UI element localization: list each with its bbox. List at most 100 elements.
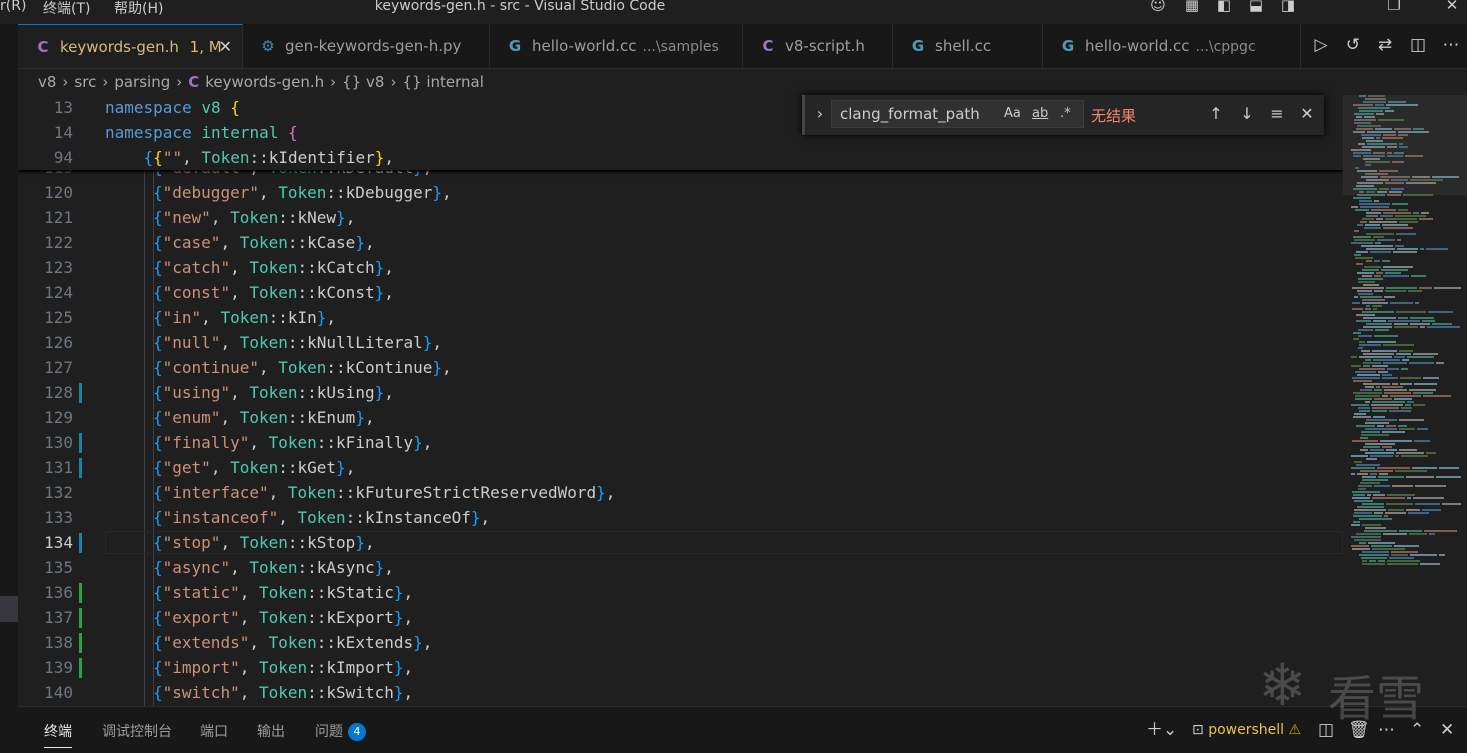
code-line[interactable]: 133 {"instanceof", Token::kInstanceOf}, (18, 505, 1343, 530)
code-line[interactable]: 130 {"finally", Token::kFinally}, (18, 430, 1343, 455)
line-number: 131 (44, 458, 73, 477)
minimap-line (1369, 560, 1376, 562)
new-terminal-icon[interactable]: ＋⌄ (1146, 719, 1177, 741)
panel-tab-ports[interactable]: 端口 (200, 721, 228, 741)
more-actions-icon[interactable]: ⋯ (1440, 34, 1462, 56)
code-text: {"switch", Token::kSwitch}, (153, 680, 413, 705)
minimap-line (1361, 557, 1387, 559)
code-token: ::kEnum (287, 408, 356, 427)
code-editor[interactable]: 13 namespace v8 {14 namespace internal {94… (18, 95, 1343, 706)
activity-bar-active-item[interactable] (0, 596, 18, 622)
timeline-icon[interactable]: ↺ (1342, 34, 1364, 56)
code-line[interactable]: 123 {"catch", Token::kCatch}, (18, 255, 1343, 280)
breadcrumb-item[interactable]: internal (426, 73, 484, 91)
code-token: { (153, 283, 163, 302)
code-line[interactable]: 137 {"export", Token::kExport}, (18, 605, 1343, 630)
code-line[interactable]: 135 {"async", Token::kAsync}, (18, 555, 1343, 580)
code-text: {"export", Token::kExport}, (153, 605, 413, 630)
toggle-secondary-sidebar-icon[interactable]: ◨ (1278, 0, 1298, 14)
panel-tab-debug-console[interactable]: 调试控制台 (102, 721, 172, 741)
toggle-replace-chevron-icon[interactable]: › (809, 103, 831, 125)
code-line[interactable]: 131 {"get", Token::kGet}, (18, 455, 1343, 480)
match-case-button[interactable]: Aa (1004, 106, 1021, 121)
minimap-line (1374, 485, 1390, 487)
code-line[interactable]: 132 {"interface", Token::kFutureStrictRes… (18, 480, 1343, 505)
code-line[interactable]: 136 {"static", Token::kStatic}, (18, 580, 1343, 605)
tab-hello-world-cc-samples[interactable]: Ghello-world.cc ...\samples (490, 24, 743, 68)
code-line[interactable]: 139 {"import", Token::kImport}, (18, 655, 1343, 680)
split-editor-icon[interactable]: ◫ (1407, 34, 1429, 56)
code-token: , (480, 508, 491, 527)
code-line[interactable]: 128 {"using", Token::kUsing}, (18, 380, 1343, 405)
code-line[interactable]: 127 {"continue", Token::kContinue}, (18, 355, 1343, 380)
close-tab-icon[interactable]: ✕ (219, 25, 232, 68)
tab-hello-world-cc-cppgc[interactable]: Ghello-world.cc ...\cppgc (1043, 24, 1301, 68)
code-line[interactable]: 122 {"case", Token::kCase}, (18, 230, 1343, 255)
code-line[interactable]: 126 {"null", Token::kNullLiteral}, (18, 330, 1343, 355)
code-text: {"extends", Token::kExtends}, (153, 630, 432, 655)
minimap-line (1387, 560, 1420, 562)
code-line[interactable]: 138 {"extends", Token::kExtends}, (18, 630, 1343, 655)
minimap-line (1362, 524, 1381, 526)
code-line[interactable]: 124 {"const", Token::kConst}, (18, 280, 1343, 305)
toggle-sidebar-icon[interactable]: ◧ (1214, 0, 1234, 14)
code-token: , (230, 383, 250, 402)
code-token: Token (249, 258, 298, 277)
minimap-line (1356, 533, 1381, 535)
tab-gen-keywords-gen-h-py[interactable]: ⚙ gen-keywords-gen-h.py (243, 24, 490, 68)
minimap-line (1352, 548, 1370, 550)
minimap-line (1417, 428, 1428, 430)
code-token: Token (258, 658, 308, 677)
match-whole-word-button[interactable]: ab (1032, 106, 1048, 121)
next-match-icon[interactable]: ↓ (1236, 103, 1258, 125)
minimap-line (1427, 326, 1460, 328)
code-token: Token (201, 148, 250, 167)
tab-keywords-gen-h[interactable]: Ckeywords-gen.h 1, M ✕ (18, 24, 243, 68)
tab-shell-cc[interactable]: Gshell.cc (893, 24, 1043, 68)
minimap-line (1366, 248, 1395, 250)
minimap-line (1374, 512, 1383, 514)
tab-v8-script-h[interactable]: Cv8-script.h (743, 24, 893, 68)
code-line[interactable]: 120 {"debugger", Token::kDebugger}, (18, 180, 1343, 205)
code-token: Token (239, 233, 288, 252)
breadcrumb-item[interactable]: src (74, 73, 96, 91)
breadcrumb-item[interactable]: v8 (38, 73, 56, 91)
run-icon[interactable]: ▷ (1310, 34, 1332, 56)
restore-window-icon[interactable]: ❐ (1384, 0, 1404, 14)
toggle-panel-icon[interactable]: ⬓ (1246, 0, 1266, 14)
minimap-line (1362, 299, 1385, 301)
code-token: , (422, 633, 433, 652)
minimap-line (1369, 221, 1397, 223)
code-text: {"case", Token::kCase}, (153, 230, 375, 255)
breadcrumb-file[interactable]: keywords-gen.h (205, 73, 324, 91)
code-token: ::kFutureStrictReservedWord (336, 483, 597, 502)
minimap-line (1371, 209, 1396, 211)
code-token: Token (249, 558, 298, 577)
customize-layout-icon[interactable]: ▦ (1182, 0, 1202, 14)
close-window-icon[interactable]: ✕ (1442, 0, 1462, 14)
find-in-selection-icon[interactable]: ≡ (1266, 103, 1288, 125)
minimap[interactable] (1343, 95, 1467, 706)
code-line[interactable]: 125 {"in", Token::kIn}, (18, 305, 1343, 330)
close-find-icon[interactable]: ✕ (1296, 103, 1318, 125)
code-line[interactable]: 134 {"stop", Token::kStop}, (18, 530, 1343, 555)
minimap-line (1363, 383, 1390, 385)
copilot-icon[interactable]: ☺ (1148, 0, 1168, 14)
code-line[interactable]: 129 {"enum", Token::kEnum}, (18, 405, 1343, 430)
sticky-line[interactable]: 94 {{"", Token::kIdentifier}, (18, 145, 1343, 170)
code-line[interactable]: 140 {"switch", Token::kSwitch}, (18, 680, 1343, 705)
minimap-slider[interactable] (1343, 95, 1467, 195)
use-regex-button[interactable]: .* (1060, 106, 1071, 121)
find-input[interactable]: clang_format_path Aa ab .* (831, 100, 1084, 128)
panel-tab-terminal[interactable]: 终端 (44, 721, 72, 748)
minimap-line (1386, 503, 1413, 505)
code-line[interactable]: 121 {"new", Token::kNew}, (18, 205, 1343, 230)
previous-match-icon[interactable]: ↑ (1205, 103, 1227, 125)
breadcrumb-item[interactable]: v8 (366, 73, 384, 91)
panel-tab-output[interactable]: 输出 (257, 721, 285, 741)
breadcrumb-item[interactable]: parsing (114, 73, 170, 91)
compare-changes-icon[interactable]: ⇄ (1374, 34, 1396, 56)
panel-tab-problems[interactable]: 问题 4 (315, 721, 366, 741)
